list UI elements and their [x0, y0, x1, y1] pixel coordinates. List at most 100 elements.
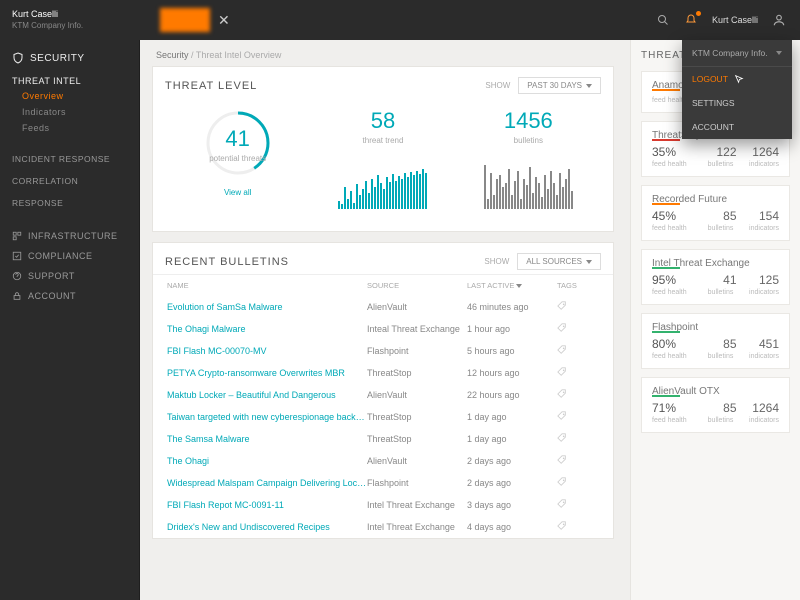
tag-icon[interactable] [557, 455, 599, 467]
topbar-user-name-right[interactable]: Kurt Caselli [712, 15, 758, 25]
sidebar-sub-indicators[interactable]: Indicators [0, 104, 139, 120]
bulletin-name[interactable]: FBI Flash MC-00070-MV [167, 346, 367, 356]
sidebar-sub-feeds[interactable]: Feeds [0, 120, 139, 136]
chevron-down-icon [586, 84, 592, 88]
search-icon[interactable] [656, 13, 670, 27]
bulletin-last-active: 46 minutes ago [467, 302, 557, 312]
feed-card[interactable]: AlienVault OTX71%851264feed healthbullet… [641, 377, 790, 433]
tag-icon[interactable] [557, 411, 599, 423]
bulletin-source: Inteal Threat Exchange [367, 324, 467, 334]
bulletin-name[interactable]: The Samsa Malware [167, 434, 367, 444]
topbar-right: Kurt Caselli [656, 13, 800, 27]
table-row[interactable]: Dridex's New and Undiscovered RecipesInt… [153, 516, 613, 538]
sidebar-item-compliance[interactable]: COMPLIANCE [0, 246, 139, 266]
tag-icon[interactable] [557, 301, 599, 313]
bulletins-sparkline [473, 159, 583, 209]
tag-icon[interactable] [557, 389, 599, 401]
user-menu: KTM Company Info. LOGOUT SETTINGS ACCOUN… [682, 40, 792, 139]
source-filter-dropdown[interactable]: ALL SOURCES [517, 253, 601, 270]
table-row[interactable]: The OhagiAlienVault2 days ago [153, 450, 613, 472]
sidebar-item-account[interactable]: ACCOUNT [0, 286, 139, 306]
cursor-icon [734, 74, 744, 84]
feed-card[interactable]: Intel Threat Exchange95%41125feed health… [641, 249, 790, 305]
grid-icon [12, 231, 22, 241]
bulletin-last-active: 22 hours ago [467, 390, 557, 400]
table-row[interactable]: PETYA Crypto-ransomware Overwrites MBRTh… [153, 362, 613, 384]
user-menu-org[interactable]: KTM Company Info. [682, 40, 792, 67]
table-row[interactable]: Taiwan targeted with new cyberespionage … [153, 406, 613, 428]
bulletin-source: Intel Threat Exchange [367, 500, 467, 510]
topbar-user-block: Kurt Caselli KTM Company Info. [0, 3, 140, 37]
notifications-icon[interactable] [684, 13, 698, 27]
sidebar-group-threat-intel[interactable]: THREAT INTEL [0, 70, 139, 88]
user-menu-logout[interactable]: LOGOUT [682, 67, 792, 91]
col-last-active[interactable]: LAST ACTIVE [467, 281, 557, 290]
bulletin-last-active: 2 days ago [467, 456, 557, 466]
bulletin-source: ThreatStop [367, 434, 467, 444]
tag-icon[interactable] [557, 499, 599, 511]
user-menu-account[interactable]: ACCOUNT [682, 115, 792, 139]
bulletin-name[interactable]: Taiwan targeted with new cyberespionage … [167, 412, 367, 422]
check-icon [12, 251, 22, 261]
sidebar-item-correlation[interactable]: CORRELATION [0, 170, 139, 192]
chevron-down-icon [516, 284, 522, 288]
feed-card[interactable]: Flashpoint80%85451feed healthbulletinsin… [641, 313, 790, 369]
user-menu-settings[interactable]: SETTINGS [682, 91, 792, 115]
topbar-user-name: Kurt Caselli [12, 9, 128, 21]
show-label: SHOW [485, 81, 510, 90]
metric-threat-trend: 58 threat trend [310, 108, 455, 215]
user-avatar-icon[interactable] [772, 13, 786, 27]
bulletin-last-active: 5 hours ago [467, 346, 557, 356]
bulletin-source: AlienVault [367, 302, 467, 312]
metric-potential-threats: 41 potential threats View all [165, 108, 310, 215]
bulletin-name[interactable]: PETYA Crypto-ransomware Overwrites MBR [167, 368, 367, 378]
tag-icon[interactable] [557, 433, 599, 445]
bulletin-name[interactable]: FBI Flash Repot MC-0091-11 [167, 500, 367, 510]
sidebar-item-support[interactable]: SUPPORT [0, 266, 139, 286]
breadcrumb-root[interactable]: Security [156, 50, 189, 60]
sidebar-item-infrastructure[interactable]: INFRASTRUCTURE [0, 226, 139, 246]
table-row[interactable]: Evolution of SamSa MalwareAlienVault46 m… [153, 296, 613, 318]
feed-card[interactable]: Recorded Future45%85154feed healthbullet… [641, 185, 790, 241]
bulletin-name[interactable]: Dridex's New and Undiscovered Recipes [167, 522, 367, 532]
bulletin-last-active: 1 day ago [467, 412, 557, 422]
table-row[interactable]: FBI Flash Repot MC-0091-11Intel Threat E… [153, 494, 613, 516]
threat-level-panel: THREAT LEVEL SHOW PAST 30 DAYS 41 potent… [152, 66, 614, 232]
table-row[interactable]: The Ohagi MalwareInteal Threat Exchange1… [153, 318, 613, 340]
tag-icon[interactable] [557, 521, 599, 533]
bulletin-name[interactable]: Maktub Locker – Beautiful And Dangerous [167, 390, 367, 400]
bulletin-source: ThreatStop [367, 368, 467, 378]
metric-bulletins: 1456 bulletins [456, 108, 601, 215]
tag-icon[interactable] [557, 477, 599, 489]
view-all-link[interactable]: View all [165, 188, 310, 197]
trend-sparkline [328, 159, 438, 209]
bulletin-name[interactable]: Evolution of SamSa Malware [167, 302, 367, 312]
open-tab[interactable] [160, 8, 210, 32]
tag-icon[interactable] [557, 345, 599, 357]
date-range-dropdown[interactable]: PAST 30 DAYS [518, 77, 601, 94]
tag-icon[interactable] [557, 323, 599, 335]
bulletin-source: AlienVault [367, 456, 467, 466]
bulletin-name[interactable]: The Ohagi [167, 456, 367, 466]
breadcrumb-current: Threat Intel Overview [196, 50, 282, 60]
bulletin-last-active: 2 days ago [467, 478, 557, 488]
bulletin-name[interactable]: Widespread Malspam Campaign Delivering L… [167, 478, 367, 488]
bulletin-name[interactable]: The Ohagi Malware [167, 324, 367, 334]
close-tab-button[interactable]: ✕ [218, 12, 230, 29]
table-row[interactable]: FBI Flash MC-00070-MVFlashpoint5 hours a… [153, 340, 613, 362]
sidebar-item-incident[interactable]: INCIDENT RESPONSE [0, 148, 139, 170]
table-row[interactable]: Widespread Malspam Campaign Delivering L… [153, 472, 613, 494]
table-row[interactable]: The Samsa MalwareThreatStop1 day ago [153, 428, 613, 450]
bulletin-last-active: 1 hour ago [467, 324, 557, 334]
sidebar-sub-overview[interactable]: Overview [0, 88, 139, 104]
tag-icon[interactable] [557, 367, 599, 379]
bulletins-title: RECENT BULLETINS [165, 256, 289, 268]
sidebar-section-security[interactable]: SECURITY [0, 46, 139, 70]
help-icon [12, 271, 22, 281]
sidebar-item-response[interactable]: RESPONSE [0, 192, 139, 214]
table-row[interactable]: Maktub Locker – Beautiful And DangerousA… [153, 384, 613, 406]
topbar-user-org: KTM Company Info. [12, 21, 128, 31]
table-header: NAME SOURCE LAST ACTIVE TAGS [153, 274, 613, 296]
sidebar: SECURITY THREAT INTEL Overview Indicator… [0, 0, 140, 600]
topbar: Kurt Caselli KTM Company Info. ✕ Kurt Ca… [0, 0, 800, 40]
